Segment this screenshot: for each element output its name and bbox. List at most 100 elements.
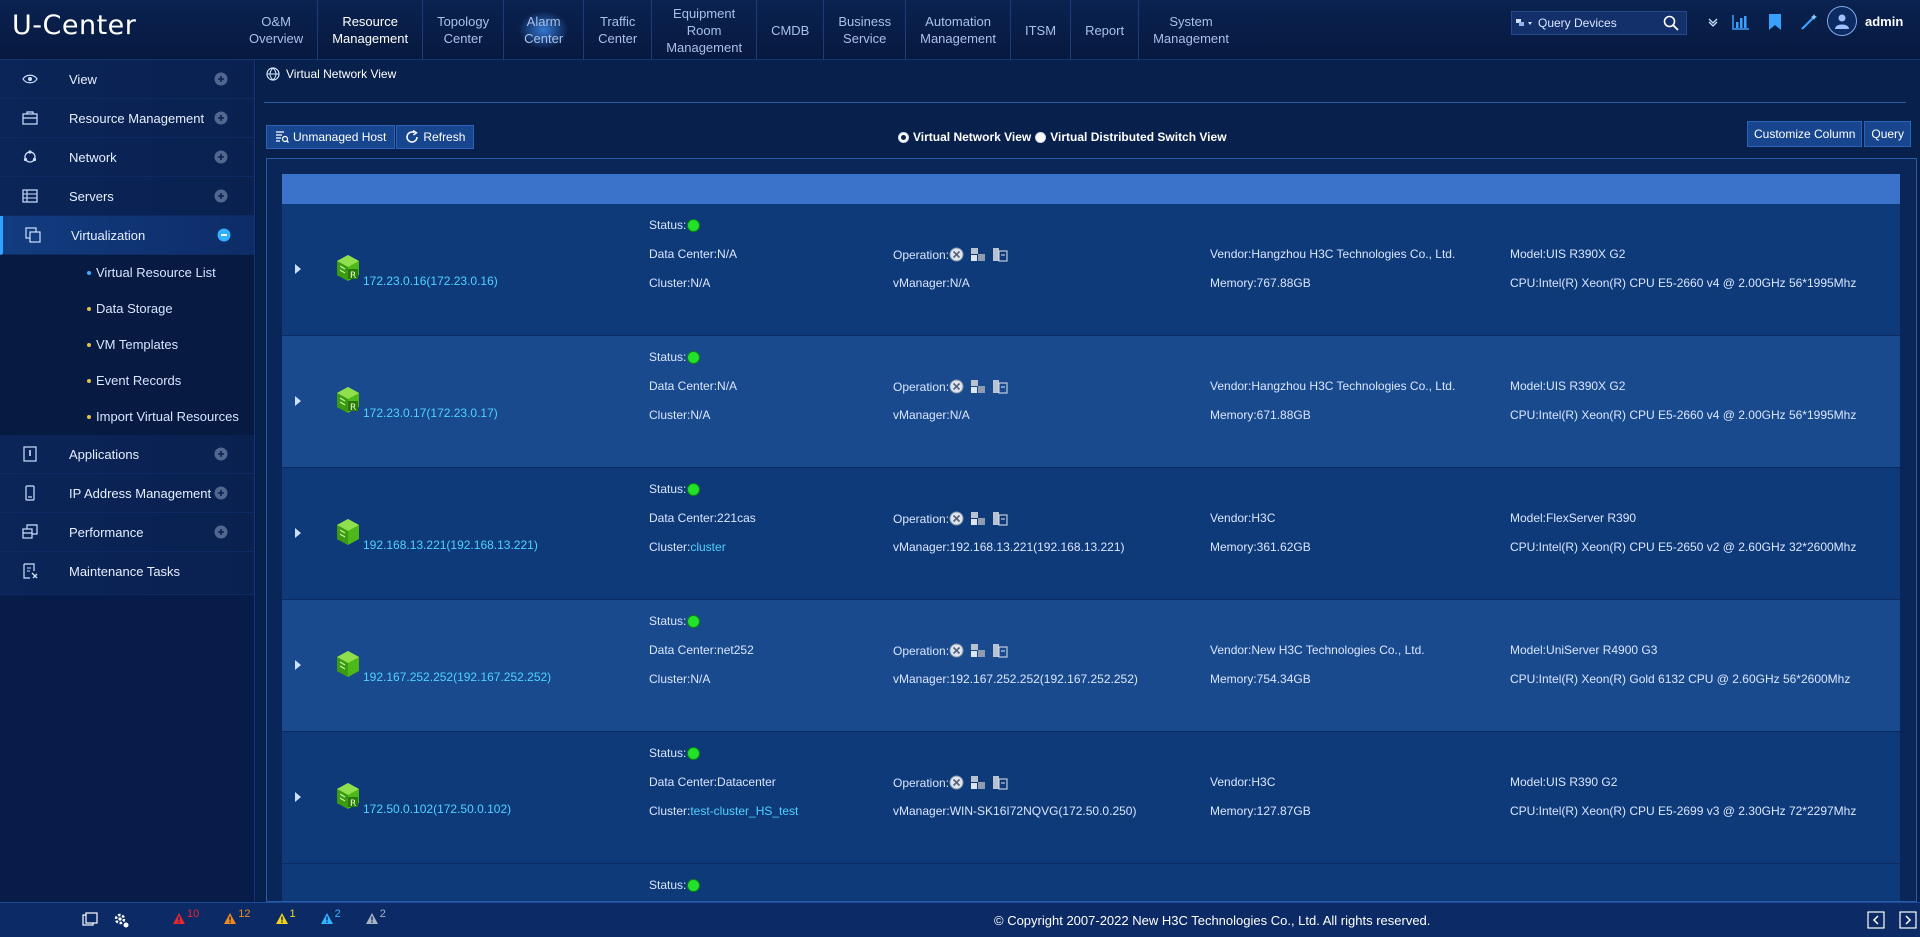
host-name-link[interactable]: 172.50.0.102(172.50.0.102): [363, 802, 511, 816]
magic-wand-icon[interactable]: [1792, 8, 1826, 36]
refresh-button[interactable]: Refresh: [396, 125, 475, 149]
operation-label: Operation:: [893, 380, 950, 394]
sidebar-item-maintenance-tasks[interactable]: Maintenance Tasks: [0, 552, 254, 595]
nav-item-topology-center[interactable]: Topology Center: [423, 0, 505, 60]
sidebar-subitem-event-records[interactable]: Event Records: [0, 363, 254, 399]
expand-row-icon[interactable]: [295, 528, 301, 538]
memory-label: Memory:: [1210, 804, 1257, 818]
alarm-counter[interactable]: 10: [172, 908, 199, 928]
alarm-counter[interactable]: 1: [275, 908, 296, 928]
nav-item-label: CMDB: [771, 22, 810, 38]
expand-icon[interactable]: [214, 525, 228, 539]
delete-operation-icon[interactable]: [949, 379, 964, 397]
data-center-value: N/A: [717, 379, 738, 393]
collapse-right-icon[interactable]: [1899, 911, 1917, 929]
expand-icon[interactable]: [214, 189, 228, 203]
nav-item-resource-management[interactable]: Resource Management: [318, 0, 424, 60]
host-name-link[interactable]: 192.168.13.221(192.168.13.221): [363, 538, 538, 552]
avatar[interactable]: [1827, 6, 1857, 36]
footer-right: [1853, 911, 1917, 929]
host-config-operation-icon[interactable]: [970, 643, 986, 661]
vm-list-operation-icon[interactable]: [992, 643, 1008, 661]
sidebar-subitem-virtual-resource-list[interactable]: Virtual Resource List: [0, 255, 254, 291]
sidebar-item-view[interactable]: View: [0, 60, 254, 99]
data-center-label: Data Center:: [649, 379, 718, 393]
virtual-network-view-label[interactable]: Virtual Network View: [913, 130, 1031, 144]
host-config-operation-icon[interactable]: [970, 775, 986, 793]
chevron-down-icon[interactable]: [1702, 8, 1724, 36]
host-name-link[interactable]: 172.23.0.16(172.23.0.16): [363, 274, 498, 288]
vm-list-operation-icon[interactable]: [992, 511, 1008, 529]
vendor-label: Vendor:: [1210, 379, 1252, 393]
expand-row-icon[interactable]: [295, 396, 301, 406]
sidebar-subitem-data-storage[interactable]: Data Storage: [0, 291, 254, 327]
delete-operation-icon[interactable]: [949, 511, 964, 529]
virtual-distributed-switch-view-label[interactable]: Virtual Distributed Switch View: [1050, 130, 1226, 144]
sidebar-item-servers[interactable]: Servers: [0, 177, 254, 216]
settings-icon[interactable]: [112, 911, 132, 929]
username[interactable]: admin: [1865, 14, 1903, 29]
vm-list-operation-icon[interactable]: [992, 775, 1008, 793]
expand-row-icon[interactable]: [295, 660, 301, 670]
expand-icon[interactable]: [214, 150, 228, 164]
collapse-icon[interactable]: [217, 228, 231, 242]
sidebar-subitem-import-virtual-resources[interactable]: Import Virtual Resources: [0, 399, 254, 435]
nav-item-alarm-center[interactable]: Alarm Center: [504, 0, 585, 60]
sidebar-item-virtualization[interactable]: Virtualization: [0, 216, 254, 255]
alarm-counter[interactable]: 12: [223, 908, 251, 928]
expand-icon[interactable]: [214, 447, 228, 461]
query-button[interactable]: Query: [1864, 121, 1912, 147]
cluster-link[interactable]: test-cluster_HS_test: [690, 804, 798, 818]
bookmark-icon[interactable]: [1758, 8, 1792, 36]
search-icon[interactable]: [1658, 12, 1684, 34]
alarm-counter[interactable]: 2: [365, 908, 386, 928]
expand-icon[interactable]: [214, 486, 228, 500]
query-devices-input[interactable]: [1538, 16, 1658, 30]
delete-operation-icon[interactable]: [949, 775, 964, 793]
host-name-link[interactable]: 172.23.0.17(172.23.0.17): [363, 406, 498, 420]
sidebar-item-network[interactable]: Network: [0, 138, 254, 177]
nav-item-system-management[interactable]: System Management: [1139, 0, 1243, 60]
vm-list-operation-icon[interactable]: [992, 379, 1008, 397]
vendor-field: Vendor:Hangzhou H3C Technologies Co., Lt…: [1210, 379, 1455, 393]
sidebar-item-applications[interactable]: Applications: [0, 435, 254, 474]
unmanaged-host-button[interactable]: Unmanaged Host: [266, 125, 396, 149]
delete-operation-icon[interactable]: [949, 247, 964, 265]
nav-item-equipment-room-management[interactable]: Equipment Room Management: [652, 0, 758, 60]
expand-icon[interactable]: [214, 72, 228, 86]
sidebar-item-performance[interactable]: Performance: [0, 513, 254, 552]
svg-text:R: R: [350, 271, 356, 281]
nav-item-itsm[interactable]: ITSM: [1011, 0, 1072, 60]
user-menu[interactable]: admin: [1827, 6, 1903, 36]
nav-item-o-m-overview[interactable]: O&M Overview: [235, 0, 319, 60]
sidebar-item-ip-address-management[interactable]: IP Address Management: [0, 474, 254, 513]
sidebar-subitem-vm-templates[interactable]: VM Templates: [0, 327, 254, 363]
sidebar-item-resource-management[interactable]: Resource Management: [0, 99, 254, 138]
host-config-operation-icon[interactable]: [970, 247, 986, 265]
virtual-distributed-switch-view-radio[interactable]: [1035, 131, 1047, 143]
delete-operation-icon[interactable]: [949, 643, 964, 661]
host-config-operation-icon[interactable]: [970, 379, 986, 397]
alarm-counter[interactable]: 2: [320, 908, 341, 928]
nav-item-traffic-center[interactable]: Traffic Center: [584, 0, 653, 60]
virtual-network-view-radio[interactable]: [898, 131, 909, 143]
vmanager-value: N/A: [949, 408, 970, 422]
vm-list-operation-icon[interactable]: [992, 247, 1008, 265]
nav-item-report[interactable]: Report: [1071, 0, 1140, 60]
windows-icon[interactable]: [82, 911, 102, 929]
cluster-link[interactable]: cluster: [690, 540, 725, 554]
nav-item-business-service[interactable]: Business Service: [824, 0, 907, 60]
host-icon: [334, 516, 362, 546]
nav-item-automation-management[interactable]: Automation Management: [906, 0, 1011, 60]
bar-chart-icon[interactable]: [1724, 8, 1758, 36]
customize-column-button[interactable]: Customize Column: [1747, 121, 1863, 147]
expand-row-icon[interactable]: [295, 792, 301, 802]
host-config-operation-icon[interactable]: [970, 511, 986, 529]
expand-row-icon[interactable]: [295, 264, 301, 274]
status-label: Status:: [649, 746, 687, 760]
host-name-link[interactable]: 192.167.252.252(192.167.252.252): [363, 670, 551, 684]
nav-item-cmdb[interactable]: CMDB: [757, 0, 825, 60]
collapse-left-icon[interactable]: [1867, 911, 1885, 929]
search-type-dropdown[interactable]: [1512, 12, 1538, 34]
expand-icon[interactable]: [214, 111, 228, 125]
